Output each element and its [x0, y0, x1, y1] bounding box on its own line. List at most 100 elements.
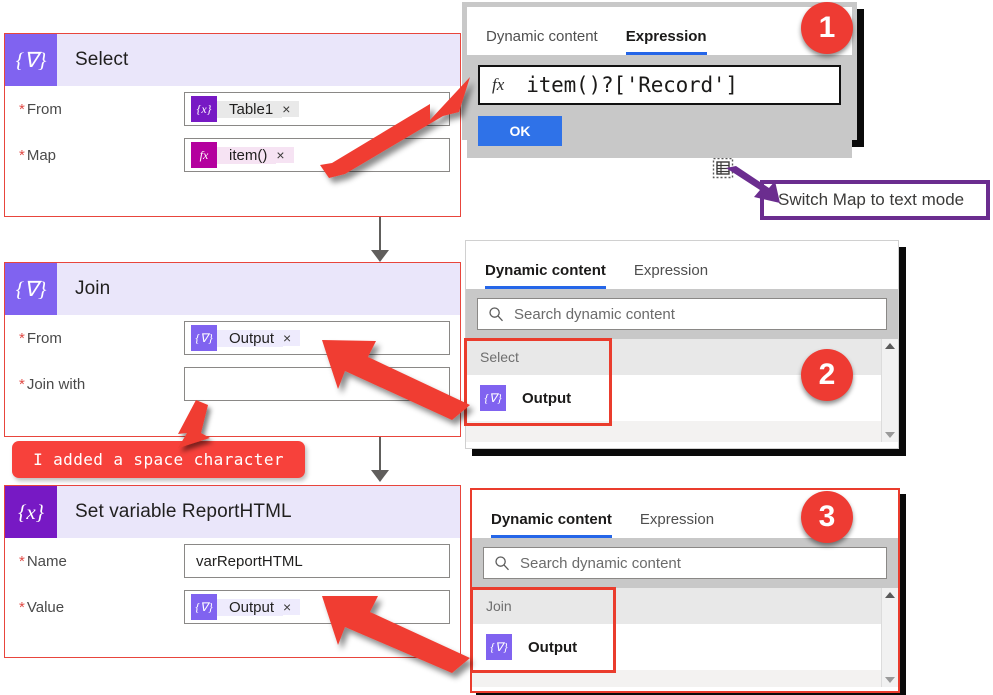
token-chip-output[interactable]: {∇} Output × [191, 325, 301, 351]
field-label-name: * Name [19, 552, 67, 570]
tab-expression[interactable]: Expression [625, 28, 707, 55]
token-chip-item[interactable]: fx item() × [191, 142, 294, 168]
card-header-select: {∇} Select [5, 34, 460, 86]
ok-button[interactable]: OK [478, 116, 562, 146]
dynamic-item-label: Output [528, 638, 578, 656]
select-output-icon: {∇} [191, 325, 217, 351]
required-asterisk: * [19, 552, 25, 570]
required-asterisk: * [19, 375, 25, 393]
join-output-icon: {∇} [486, 634, 512, 660]
map-input-select[interactable]: fx item() × [184, 138, 450, 172]
scroll-up-arrow-icon[interactable] [885, 592, 895, 598]
token-chip-label: Output [217, 598, 284, 616]
field-row-from: * From {x} Table1 × [5, 86, 460, 132]
name-input[interactable]: varReportHTML [184, 544, 450, 578]
card-title-set-variable: Set variable ReportHTML [75, 501, 292, 522]
close-icon[interactable]: × [282, 101, 300, 117]
switch-map-to-text-mode-icon[interactable] [712, 157, 734, 179]
screenshot-canvas: {∇} Select * From {x} Table1 × * Map fx … [0, 0, 993, 695]
field-label-value: * Value [19, 598, 65, 616]
search-placeholder: Search dynamic content [514, 305, 675, 323]
dynamic-item-output[interactable]: {∇} Output [472, 624, 898, 670]
search-band-select: Search dynamic content [466, 289, 898, 339]
tab-dynamic-content[interactable]: Dynamic content [485, 262, 606, 289]
expression-editor-popup[interactable]: Dynamic content Expression fx item()?['R… [462, 2, 857, 158]
search-icon [494, 555, 510, 571]
field-label-join-with: * Join with [19, 375, 86, 393]
flow-connector-arrow-2 [371, 470, 389, 482]
field-label-map: * Map [19, 146, 57, 164]
function-icon: fx [492, 75, 505, 94]
annotation-text: Switch Map to text mode [778, 190, 965, 209]
action-card-select[interactable]: {∇} Select * From {x} Table1 × * Map fx … [4, 33, 461, 217]
step-badge-1: 1 [801, 2, 853, 54]
step-badge-3: 3 [801, 491, 853, 543]
card-bottom-padding [5, 407, 460, 421]
dynamic-content-list-join: Join {∇} Output [470, 587, 898, 687]
annotation-switch-map-to-text-mode: Switch Map to text mode [760, 180, 990, 220]
join-with-input[interactable] [184, 367, 450, 401]
close-icon[interactable]: × [283, 599, 301, 615]
vertical-scrollbar[interactable] [881, 588, 898, 687]
card-bottom-padding [5, 178, 460, 192]
token-chip-label: Output [217, 329, 284, 347]
card-title-join: Join [75, 278, 111, 299]
token-chip-output[interactable]: {∇} Output × [191, 594, 301, 620]
field-row-value: * Value {∇} Output × [5, 584, 460, 630]
dynamic-popup-tabs-select: Dynamic content Expression [466, 241, 898, 289]
dynamic-item-label: Output [522, 389, 572, 407]
token-chip-label: Table1 [217, 100, 283, 118]
scroll-down-arrow-icon[interactable] [885, 677, 895, 683]
field-row-join-from: * From {∇} Output × [5, 315, 460, 361]
join-action-icon: {∇} [5, 263, 57, 315]
field-row-map: * Map fx item() × [5, 132, 460, 178]
search-band-join: Search dynamic content [472, 538, 898, 588]
select-output-icon: {∇} [480, 385, 506, 411]
select-action-icon: {∇} [5, 34, 57, 86]
action-card-set-variable[interactable]: {x} Set variable ReportHTML * Name varRep… [4, 485, 461, 658]
scroll-down-arrow-icon[interactable] [885, 432, 895, 438]
field-label-join-from: * From [19, 329, 62, 347]
field-row-name: * Name varReportHTML [5, 538, 460, 584]
tab-dynamic-content[interactable]: Dynamic content [486, 28, 598, 55]
vertical-scrollbar[interactable] [881, 339, 898, 442]
tab-expression[interactable]: Expression [640, 511, 714, 538]
search-dynamic-content-input[interactable]: Search dynamic content [477, 298, 887, 330]
flow-connector-arrow-1 [371, 250, 389, 262]
dynamic-content-popup-select[interactable]: Dynamic content Expression Search dynami… [464, 240, 899, 449]
tab-expression[interactable]: Expression [634, 262, 708, 289]
required-asterisk: * [19, 598, 25, 616]
action-card-join[interactable]: {∇} Join * From {∇} Output × * Join with [4, 262, 461, 437]
search-dynamic-content-input[interactable]: Search dynamic content [483, 547, 887, 579]
token-chip-table1[interactable]: {x} Table1 × [191, 96, 300, 122]
step-badge-2: 2 [801, 349, 853, 401]
dynamic-group-label-join: Join [472, 588, 898, 624]
expression-value: item()?['Record'] [526, 73, 738, 97]
set-variable-icon: {x} [5, 486, 57, 538]
card-body-join: * From {∇} Output × * Join with [5, 315, 460, 421]
join-output-icon: {∇} [191, 594, 217, 620]
field-label-from: * From [19, 100, 62, 118]
close-icon[interactable]: × [283, 330, 301, 346]
required-asterisk: * [19, 329, 25, 347]
value-input[interactable]: {∇} Output × [184, 590, 450, 624]
required-asterisk: * [19, 100, 25, 118]
field-row-join-with: * Join with [5, 361, 460, 407]
close-icon[interactable]: × [276, 147, 294, 163]
variable-icon: {x} [191, 96, 217, 122]
search-icon [488, 306, 504, 322]
token-chip-label: item() [217, 146, 277, 164]
from-input-join[interactable]: {∇} Output × [184, 321, 450, 355]
scroll-up-arrow-icon[interactable] [885, 343, 895, 349]
expression-panel: fx item()?['Record'] OK [467, 55, 852, 158]
required-asterisk: * [19, 146, 25, 164]
function-icon: fx [191, 142, 217, 168]
card-title-select: Select [75, 49, 129, 70]
card-header-join: {∇} Join [5, 263, 460, 315]
card-bottom-padding [5, 630, 460, 644]
expression-popup-tabs: Dynamic content Expression [467, 7, 852, 55]
tab-dynamic-content[interactable]: Dynamic content [491, 511, 612, 538]
card-body-set-variable: * Name varReportHTML * Value {∇} Output × [5, 538, 460, 644]
from-input-select[interactable]: {x} Table1 × [184, 92, 450, 126]
expression-input[interactable]: fx item()?['Record'] [478, 65, 841, 105]
